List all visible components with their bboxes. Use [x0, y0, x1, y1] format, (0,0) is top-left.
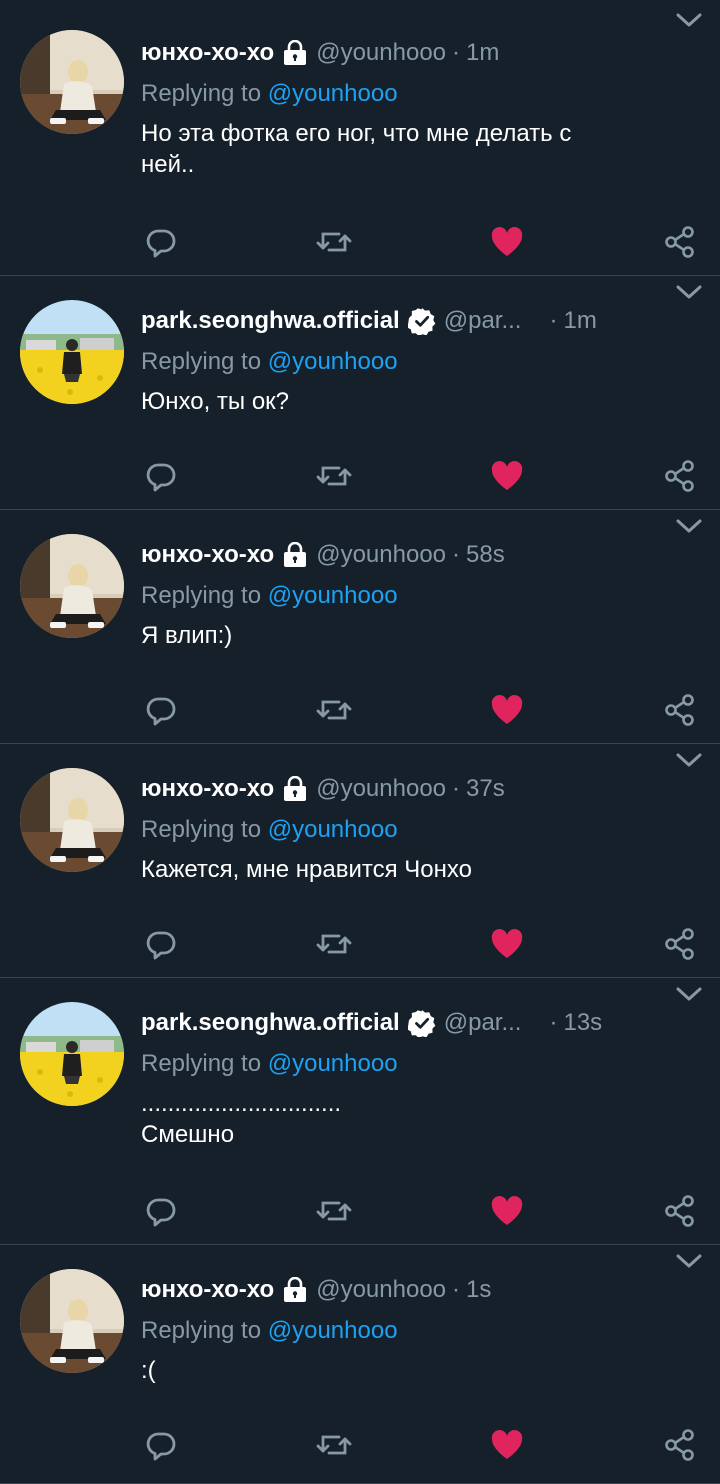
tweet[interactable]: юнхо-хо-хо @younhooo · 37s Replying to @… — [0, 744, 720, 978]
separator-dot: · — [452, 1276, 461, 1303]
retweet-icon[interactable] — [314, 1425, 354, 1465]
tweet[interactable]: юнхо-хо-хо @younhooo · 1m Replying to @y… — [0, 0, 720, 276]
replying-to: Replying to @younhooo — [141, 348, 700, 376]
retweet-icon[interactable] — [314, 924, 354, 964]
reply-mention-link[interactable]: @younhooo — [268, 1050, 398, 1077]
share-icon[interactable] — [660, 1191, 700, 1231]
tweet-text: Юнхо, ты ок? — [141, 388, 290, 415]
share-icon[interactable] — [660, 924, 700, 964]
author-handle[interactable]: @par... — [444, 307, 522, 335]
reply-icon[interactable] — [141, 1191, 181, 1231]
avatar[interactable] — [20, 300, 124, 404]
verified-icon — [407, 307, 436, 335]
chevron-down-icon[interactable] — [676, 752, 702, 773]
reply-mention-link[interactable]: @younhooo — [268, 582, 398, 609]
reply-mention-link[interactable]: @younhooo — [268, 80, 398, 107]
chevron-down-icon[interactable] — [676, 284, 702, 305]
avatar[interactable] — [20, 1269, 124, 1373]
lock-icon — [282, 1277, 308, 1303]
tweet[interactable]: park.seonghwa.official @par... · 13s Rep… — [0, 978, 720, 1245]
reply-icon[interactable] — [141, 690, 181, 730]
separator-dot: · — [549, 1009, 558, 1036]
author-name[interactable]: юнхо-хо-хо — [141, 39, 274, 67]
like-icon[interactable] — [487, 222, 527, 262]
timestamp[interactable]: 58s — [466, 541, 505, 569]
separator-dot: · — [452, 39, 461, 66]
chevron-down-icon[interactable] — [676, 12, 702, 33]
reply-mention-link[interactable]: @younhooo — [268, 816, 398, 843]
replying-to: Replying to @younhooo — [141, 1317, 700, 1345]
timestamp[interactable]: 1s — [466, 1276, 491, 1304]
author-handle[interactable]: @younhooo — [316, 775, 446, 803]
timestamp[interactable]: 1m — [466, 39, 499, 67]
avatar[interactable] — [20, 1002, 124, 1106]
replying-to-label: Replying to — [141, 1050, 262, 1077]
like-icon[interactable] — [487, 1425, 527, 1465]
tweet-feed: юнхо-хо-хо @younhooo · 1m Replying to @y… — [0, 0, 720, 1484]
timestamp[interactable]: 37s — [466, 775, 505, 803]
reply-icon[interactable] — [141, 222, 181, 262]
author-handle[interactable]: @younhooo — [316, 39, 446, 67]
reply-icon[interactable] — [141, 456, 181, 496]
lock-icon — [282, 542, 308, 568]
separator-dot: · — [452, 541, 461, 568]
tweet-text: :( — [141, 1357, 156, 1384]
verified-icon — [407, 1009, 436, 1037]
retweet-icon[interactable] — [314, 690, 354, 730]
author-name[interactable]: юнхо-хо-хо — [141, 775, 274, 803]
tweet[interactable]: park.seonghwa.official @par... · 1m Repl… — [0, 276, 720, 510]
retweet-icon[interactable] — [314, 1191, 354, 1231]
lock-icon — [282, 40, 308, 66]
chevron-down-icon[interactable] — [676, 518, 702, 539]
avatar[interactable] — [20, 768, 124, 872]
tweet[interactable]: юнхо-хо-хо @younhooo · 1s Replying to @y… — [0, 1245, 720, 1484]
timestamp[interactable]: 1m — [563, 307, 596, 335]
replying-to: Replying to @younhooo — [141, 80, 700, 108]
replying-to: Replying to @younhooo — [141, 816, 700, 844]
like-icon[interactable] — [487, 1191, 527, 1231]
replying-to: Replying to @younhooo — [141, 1050, 700, 1078]
tweet-text: Я влип:) — [141, 622, 233, 649]
retweet-icon[interactable] — [314, 456, 354, 496]
author-name[interactable]: юнхо-хо-хо — [141, 541, 274, 569]
reply-mention-link[interactable]: @younhooo — [268, 1317, 398, 1344]
author-handle[interactable]: @younhooo — [316, 541, 446, 569]
tweet[interactable]: юнхо-хо-хо @younhooo · 58s Replying to @… — [0, 510, 720, 744]
like-icon[interactable] — [487, 690, 527, 730]
share-icon[interactable] — [660, 222, 700, 262]
like-icon[interactable] — [487, 924, 527, 964]
separator-dot: · — [549, 307, 558, 334]
author-name[interactable]: юнхо-хо-хо — [141, 1276, 274, 1304]
author-handle[interactable]: @par... — [444, 1009, 522, 1037]
reply-icon[interactable] — [141, 1425, 181, 1465]
tweet-text: Но эта фотка его ног, что мне делать с н… — [141, 120, 572, 178]
avatar[interactable] — [20, 30, 124, 134]
reply-mention-link[interactable]: @younhooo — [268, 348, 398, 375]
replying-to-label: Replying to — [141, 816, 262, 843]
timestamp[interactable]: 13s — [563, 1009, 602, 1037]
share-icon[interactable] — [660, 456, 700, 496]
chevron-down-icon[interactable] — [676, 986, 702, 1007]
avatar[interactable] — [20, 534, 124, 638]
replying-to-label: Replying to — [141, 348, 262, 375]
author-handle[interactable]: @younhooo — [316, 1276, 446, 1304]
replying-to-label: Replying to — [141, 1317, 262, 1344]
tweet-text: .............................. Смешно — [141, 1090, 342, 1148]
replying-to-label: Replying to — [141, 582, 262, 609]
tweet-text: Кажется, мне нравится Чонхо — [141, 856, 472, 883]
author-name[interactable]: park.seonghwa.official — [141, 307, 400, 335]
replying-to-label: Replying to — [141, 80, 262, 107]
chevron-down-icon[interactable] — [676, 1253, 702, 1274]
retweet-icon[interactable] — [314, 222, 354, 262]
share-icon[interactable] — [660, 690, 700, 730]
lock-icon — [282, 776, 308, 802]
like-icon[interactable] — [487, 456, 527, 496]
separator-dot: · — [452, 775, 461, 802]
reply-icon[interactable] — [141, 924, 181, 964]
share-icon[interactable] — [660, 1425, 700, 1465]
replying-to: Replying to @younhooo — [141, 582, 700, 610]
author-name[interactable]: park.seonghwa.official — [141, 1009, 400, 1037]
